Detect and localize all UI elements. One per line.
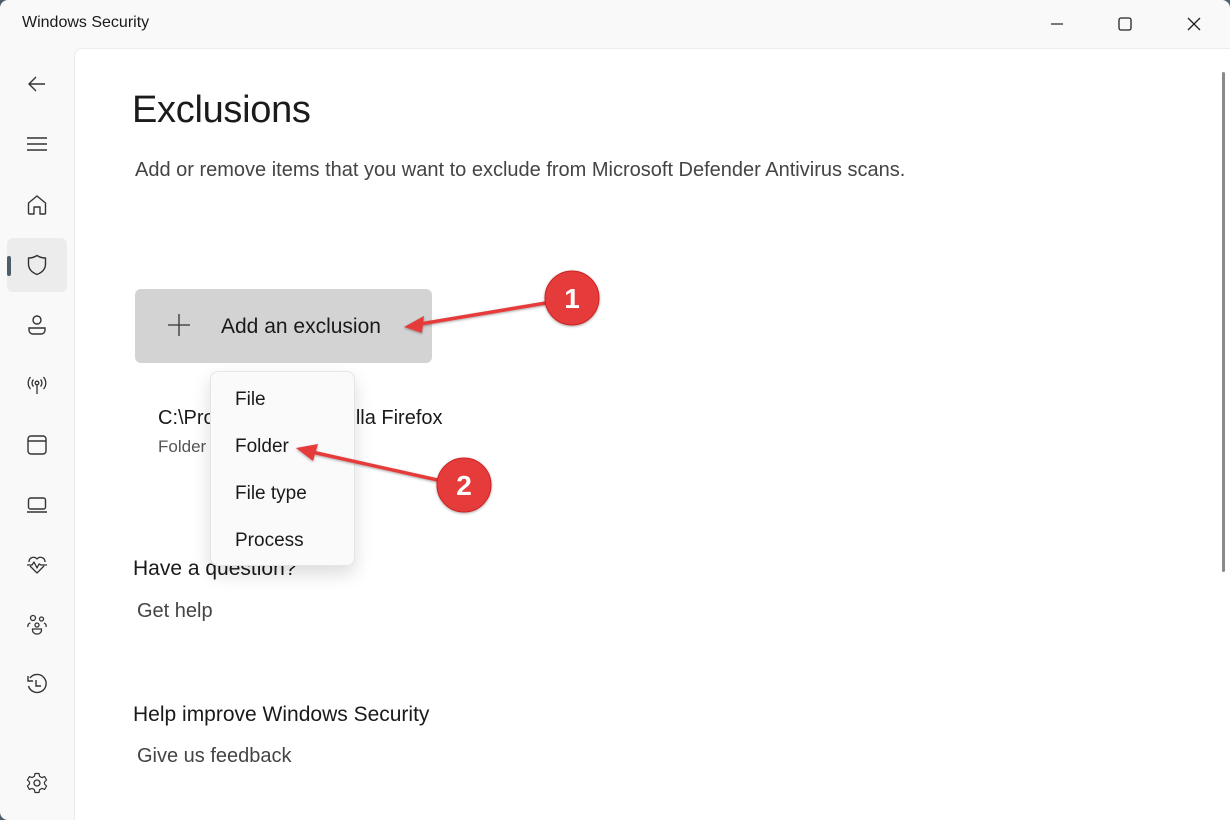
close-icon xyxy=(1187,17,1201,31)
nav-menu-button[interactable] xyxy=(7,117,67,171)
content-pane: Exclusions Add or remove items that you … xyxy=(74,48,1230,820)
page-title: Exclusions xyxy=(132,89,311,131)
shield-icon xyxy=(27,254,47,276)
navigation-rail xyxy=(0,48,74,820)
nav-item-device-performance[interactable] xyxy=(7,538,67,592)
maximize-icon xyxy=(1118,17,1132,31)
exclusion-type: Folder xyxy=(158,437,207,456)
close-button[interactable] xyxy=(1160,0,1228,48)
add-exclusion-button[interactable]: Add an exclusion xyxy=(135,289,432,363)
hamburger-icon xyxy=(27,137,47,151)
title-bar: Windows Security xyxy=(0,0,1230,48)
minimize-button[interactable] xyxy=(1023,0,1091,48)
vertical-scrollbar[interactable] xyxy=(1222,72,1225,572)
back-button[interactable] xyxy=(7,57,67,111)
minimize-icon xyxy=(1051,23,1063,25)
laptop-icon xyxy=(27,497,47,513)
exclusion-type-menu: File Folder File type Process xyxy=(210,371,355,566)
menu-item-folder[interactable]: Folder xyxy=(212,424,354,470)
improve-heading: Help improve Windows Security xyxy=(133,703,430,726)
nav-item-app-browser-control[interactable] xyxy=(7,418,67,472)
nav-item-family-options[interactable] xyxy=(7,598,67,652)
get-help-link[interactable]: Get help xyxy=(137,600,213,623)
page-description: Add or remove items that you want to exc… xyxy=(135,159,906,181)
app-window-icon xyxy=(27,435,47,455)
windows-security-window: Windows Security Exclusions Add or remov… xyxy=(0,0,1230,820)
feedback-link[interactable]: Give us feedback xyxy=(137,745,292,768)
window-title: Windows Security xyxy=(22,14,150,31)
family-icon xyxy=(27,614,47,635)
menu-item-file[interactable]: File xyxy=(212,377,354,423)
menu-item-process[interactable]: Process xyxy=(212,518,354,564)
plus-icon xyxy=(168,314,190,336)
nav-item-settings[interactable] xyxy=(7,756,67,810)
nav-item-device-security[interactable] xyxy=(7,478,67,532)
gear-icon xyxy=(26,772,48,794)
maximize-button[interactable] xyxy=(1091,0,1159,48)
nav-item-account-protection[interactable] xyxy=(7,298,67,352)
person-icon xyxy=(28,315,46,335)
add-exclusion-label: Add an exclusion xyxy=(221,315,381,338)
heart-pulse-icon xyxy=(27,556,47,574)
menu-item-file-type[interactable]: File type xyxy=(212,471,354,517)
history-icon xyxy=(27,673,47,694)
nav-item-home[interactable] xyxy=(7,178,67,232)
home-icon xyxy=(27,195,47,215)
back-arrow-icon xyxy=(28,76,45,92)
nav-item-virus-protection[interactable] xyxy=(7,238,67,292)
nav-item-protection-history[interactable] xyxy=(7,658,67,712)
antenna-icon xyxy=(27,376,47,394)
nav-item-firewall[interactable] xyxy=(7,358,67,412)
